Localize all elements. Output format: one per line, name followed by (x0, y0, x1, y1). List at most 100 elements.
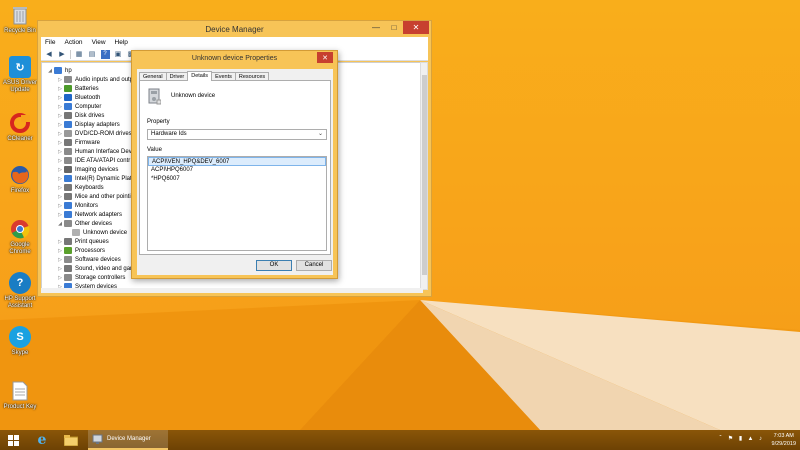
value-item[interactable]: *HPQ6007 (148, 175, 326, 184)
desktop-icon-recycle-bin[interactable]: Recycle Bin (2, 4, 38, 35)
tree-category[interactable]: ▷ Firmware (56, 138, 100, 147)
expand-arrow-icon[interactable]: ▷ (56, 248, 64, 254)
menu-file[interactable]: File (45, 39, 55, 46)
expand-arrow-icon[interactable]: ▷ (56, 158, 64, 164)
tree-category[interactable]: ▷ Monitors (56, 201, 98, 210)
desktop-icon-label: CCleaner (7, 136, 33, 142)
expand-arrow-icon[interactable]: ▷ (56, 176, 64, 182)
volume-icon[interactable]: ♪ (757, 436, 764, 443)
vertical-scrollbar[interactable] (420, 62, 428, 290)
action-center-icon[interactable]: ⚑ (727, 436, 734, 443)
desktop-icon-chrome[interactable]: Google Chrome (2, 218, 38, 256)
tree-category[interactable]: ▷ Sound, video and gam (56, 264, 135, 273)
start-button[interactable] (0, 430, 26, 450)
tree-category[interactable]: ▷ Keyboards (56, 183, 104, 192)
tree-category[interactable]: ▷ Intel(R) Dynamic Platf (56, 174, 133, 183)
monitor-icon: ▣ (114, 51, 122, 58)
close-button[interactable]: ✕ (403, 21, 429, 34)
tree-child-item[interactable]: Unknown device (72, 228, 127, 237)
properties-toolbar-button[interactable]: ▤ (87, 49, 97, 59)
expand-arrow-icon[interactable]: ▷ (56, 185, 64, 191)
expand-arrow-icon[interactable]: ▷ (56, 113, 64, 119)
expand-arrow-icon[interactable]: ▷ (56, 104, 64, 110)
tree-category[interactable]: ▷ Batteries (56, 84, 99, 93)
desktop-icon-skype[interactable]: S Skype (2, 326, 38, 357)
menu-help[interactable]: Help (115, 39, 128, 46)
tree-category[interactable]: ▷ Human Interface Devic (56, 147, 136, 156)
expand-arrow-icon[interactable]: ▷ (56, 140, 64, 146)
expand-arrow-icon[interactable]: ▷ (56, 86, 64, 92)
taskbar-device-manager[interactable]: Device Manager (88, 430, 168, 450)
expand-arrow-icon[interactable]: ▷ (56, 239, 64, 245)
menu-action[interactable]: Action (64, 39, 82, 46)
chevron-up-icon[interactable]: ˆ (717, 436, 724, 443)
folder-icon (64, 434, 78, 446)
expand-arrow-icon[interactable]: ▷ (56, 212, 64, 218)
device-manager-icon (92, 434, 103, 444)
desktop-icon-driver-update[interactable]: ↻ ASUS Driver Update (2, 56, 38, 94)
collapse-arrow-icon[interactable]: ◢ (56, 221, 64, 227)
tree-category[interactable]: ▷ Network adapters (56, 210, 122, 219)
tree-category[interactable]: ▷ Bluetooth (56, 93, 100, 102)
desktop-icon-firefox[interactable]: Firefox (2, 164, 38, 195)
tree-root[interactable]: ◢ hp (46, 66, 72, 75)
taskbar-file-explorer[interactable] (58, 430, 84, 450)
desktop-icon-product-key[interactable]: Product Key (2, 380, 38, 411)
expand-arrow-icon[interactable]: ▷ (56, 149, 64, 155)
tree-category[interactable]: ▷ Disk drives (56, 111, 104, 120)
menu-view[interactable]: View (92, 39, 106, 46)
expand-arrow-icon[interactable]: ▷ (56, 275, 64, 281)
tree-category[interactable]: ▷ IDE ATA/ATAPI contr (56, 156, 130, 165)
tree-category[interactable]: ▷ Computer (56, 102, 101, 111)
expand-arrow-icon[interactable]: ▷ (56, 122, 64, 128)
battery-icon[interactable]: ▮ (737, 436, 744, 443)
expand-arrow-icon[interactable]: ▷ (56, 266, 64, 272)
value-item[interactable]: ACPI\HPQ6007 (148, 166, 326, 175)
expand-arrow-icon[interactable]: ▷ (56, 167, 64, 173)
expand-arrow-icon[interactable]: ▷ (56, 77, 64, 83)
device-manager-titlebar[interactable]: Device Manager — □ ✕ (38, 21, 431, 37)
expand-arrow-icon[interactable]: ▷ (56, 131, 64, 137)
scrollbar-thumb[interactable] (422, 75, 427, 275)
internet-explorer-icon: e (37, 432, 47, 448)
tree-category[interactable]: ▷ Processors (56, 246, 105, 255)
desktop-icon-label: Product Key (3, 404, 37, 410)
tree-category[interactable]: ▷ DVD/CD-ROM drives (56, 129, 132, 138)
minimize-button[interactable]: — (367, 21, 385, 34)
show-hide-tree-button[interactable]: ▦ (74, 49, 84, 59)
tab-details[interactable]: Details (187, 71, 213, 81)
collapse-arrow-icon[interactable]: ◢ (46, 68, 54, 74)
tree-category[interactable]: ▷ Software devices (56, 255, 121, 264)
tree-category[interactable]: ▷ Audio inputs and outp (56, 75, 133, 84)
cancel-button[interactable]: Cancel (296, 260, 332, 271)
help-toolbar-button[interactable]: ? (100, 49, 110, 59)
clock[interactable]: 7:03 AM 9/29/2019 (772, 432, 796, 448)
forward-button[interactable]: ▶ (57, 49, 67, 59)
tree-category[interactable]: ▷ Imaging devices (56, 165, 118, 174)
tree-category[interactable]: ▷ Display adapters (56, 120, 120, 129)
tree-item-label: Display adapters (75, 121, 120, 128)
taskbar-internet-explorer[interactable]: e (30, 430, 54, 450)
value-item[interactable]: ACPI\VEN_HPQ&DEV_6007 (148, 157, 326, 166)
expand-arrow-icon[interactable]: ▷ (56, 95, 64, 101)
tree-category[interactable]: ▷ Storage controllers (56, 273, 125, 282)
scan-hardware-button[interactable]: ▣ (113, 49, 123, 59)
desktop-icon-hp-support[interactable]: ? HP Support Assistant (2, 272, 38, 310)
tree-item-label: Network adapters (75, 211, 123, 218)
tree-category[interactable]: ▷ Print queues (56, 237, 109, 246)
desktop-icon-ccleaner[interactable]: CCleaner (2, 112, 38, 143)
dialog-close-button[interactable]: ✕ (317, 52, 333, 63)
maximize-button[interactable]: □ (385, 21, 403, 34)
expand-arrow-icon[interactable]: ▷ (56, 194, 64, 200)
property-dropdown[interactable]: Hardware Ids ⌄ (147, 129, 327, 140)
expand-arrow-icon[interactable]: ▷ (56, 257, 64, 263)
expand-arrow-icon[interactable]: ▷ (56, 203, 64, 209)
network-icon[interactable]: ▲ (747, 436, 754, 443)
value-list[interactable]: ACPI\VEN_HPQ&DEV_6007 ACPI\HPQ6007 *HPQ6… (147, 156, 327, 251)
tree-category[interactable]: ▷ Mice and other pointin (56, 192, 134, 201)
taskbar-item-label: Device Manager (107, 436, 151, 442)
horizontal-scrollbar[interactable] (41, 288, 423, 293)
back-button[interactable]: ◀ (44, 49, 54, 59)
ok-button[interactable]: OK (256, 260, 292, 271)
tree-category[interactable]: ◢ Other devices (56, 219, 112, 228)
